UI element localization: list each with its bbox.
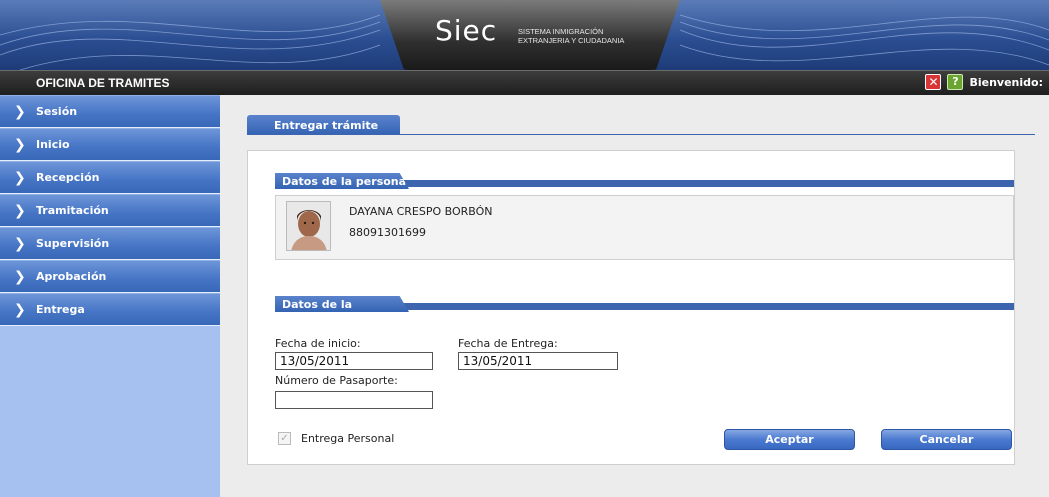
- pasaporte-label: Número de Pasaporte:: [275, 374, 398, 387]
- main-content: Entregar trámite Datos de la persona DAY…: [220, 95, 1049, 497]
- person-id: 88091301699: [349, 226, 426, 239]
- fecha-entrega-label: Fecha de Entrega:: [458, 337, 558, 350]
- pasaporte-field[interactable]: [275, 391, 433, 409]
- sidebar-item-label: Inicio: [36, 138, 70, 151]
- tab-entregar-tramite[interactable]: Entregar trámite: [247, 115, 400, 135]
- sidebar-item-label: Recepción: [36, 171, 100, 184]
- sidebar-item-inicio[interactable]: ❯ Inicio: [0, 128, 220, 161]
- person-photo: [286, 201, 331, 251]
- logo-subtitle-line1: SISTEMA INMIGRACIÓN: [518, 27, 604, 36]
- close-icon[interactable]: ✕: [925, 74, 942, 90]
- sidebar-item-tramitacion[interactable]: ❯ Tramitación: [0, 194, 220, 227]
- sidebar: ❯ Sesión ❯ Inicio ❯ Recepción ❯ Tramitac…: [0, 95, 220, 497]
- request-section-title: Datos de la Solicitud: [275, 296, 409, 312]
- person-card: DAYANA CRESPO BORBÓN 88091301699: [275, 195, 1014, 260]
- sidebar-item-entrega[interactable]: ❯ Entrega: [0, 293, 220, 326]
- chevron-right-icon: ❯: [14, 202, 26, 219]
- sidebar-item-label: Tramitación: [36, 204, 109, 217]
- fecha-inicio-field[interactable]: 13/05/2011: [275, 352, 433, 370]
- chevron-right-icon: ❯: [14, 235, 26, 252]
- sidebar-item-aprobacion[interactable]: ❯ Aprobación: [0, 260, 220, 293]
- chevron-right-icon: ❯: [14, 169, 26, 186]
- form-panel: Datos de la persona DAYANA CRESPO BORBÓN…: [247, 150, 1015, 465]
- entrega-personal-checkbox[interactable]: ✓: [278, 432, 291, 445]
- person-name: DAYANA CRESPO BORBÓN: [349, 205, 493, 218]
- top-right-area: ✕ ? Bienvenido:: [925, 74, 1043, 90]
- sidebar-item-supervision[interactable]: ❯ Supervisión: [0, 227, 220, 260]
- person-section-title: Datos de la persona: [275, 173, 409, 189]
- help-icon[interactable]: ?: [947, 74, 964, 90]
- top-bar: OFICINA DE TRAMITES ✕ ? Bienvenido:: [0, 70, 1049, 95]
- sidebar-item-label: Entrega: [36, 303, 85, 316]
- logo-subtitle: SISTEMA INMIGRACIÓN EXTRANJERIA Y CIUDAD…: [518, 27, 624, 45]
- chevron-right-icon: ❯: [14, 268, 26, 285]
- entrega-personal-label: Entrega Personal: [301, 432, 395, 445]
- cancelar-button[interactable]: Cancelar: [881, 429, 1012, 450]
- sidebar-item-label: Supervisión: [36, 237, 110, 250]
- welcome-text: Bienvenido:: [969, 75, 1043, 89]
- logo-subtitle-line2: EXTRANJERIA Y CIUDADANIA: [518, 36, 625, 45]
- office-title: OFICINA DE TRAMITES: [36, 76, 170, 90]
- chevron-right-icon: ❯: [14, 301, 26, 318]
- sidebar-item-label: Sesión: [36, 105, 78, 118]
- tab-underline: [247, 134, 1035, 135]
- sidebar-item-sesion[interactable]: ❯ Sesión: [0, 95, 220, 128]
- fecha-entrega-field[interactable]: 13/05/2011: [458, 352, 618, 370]
- header-banner: Siec SISTEMA INMIGRACIÓN EXTRANJERIA Y C…: [0, 0, 1049, 70]
- aceptar-button[interactable]: Aceptar: [724, 429, 855, 450]
- fecha-inicio-label: Fecha de inicio:: [275, 337, 361, 350]
- chevron-right-icon: ❯: [14, 103, 26, 120]
- sidebar-item-label: Aprobación: [36, 270, 107, 283]
- sidebar-item-recepcion[interactable]: ❯ Recepción: [0, 161, 220, 194]
- siec-logo: Siec: [435, 14, 498, 47]
- chevron-right-icon: ❯: [14, 136, 26, 153]
